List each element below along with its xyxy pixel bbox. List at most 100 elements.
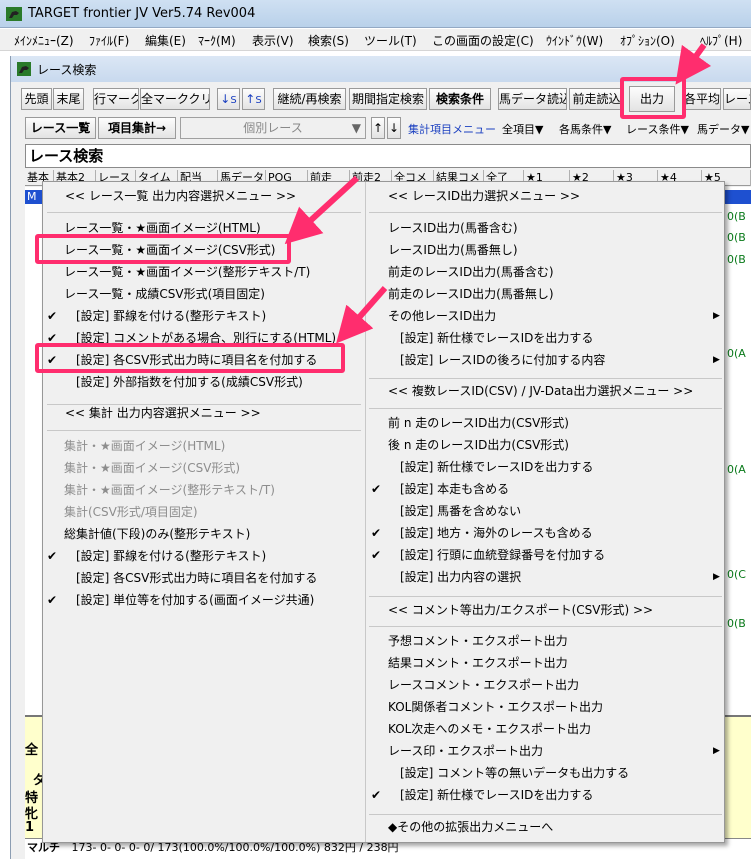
menu-tools[interactable]: ツール(T): [364, 32, 417, 49]
menu-window[interactable]: ｳｲﾝﾄﾞｳ(W): [546, 32, 603, 49]
menu-view[interactable]: 表示(V): [252, 32, 294, 49]
multi-race-id-output-item[interactable]: 後 n 走のレースID出力(CSV形式): [388, 434, 569, 456]
multi-race-id-output-item[interactable]: [設定] 出力内容の選択: [400, 566, 521, 588]
comment-export-item[interactable]: KOL次走へのメモ・エクスポート出力: [388, 718, 591, 740]
horse-conditions-menu[interactable]: 各馬条件▼: [559, 121, 611, 137]
multi-race-id-header: << 複数レースID(CSV) / JV-Data出力選択メニュー >>: [388, 384, 694, 398]
grid-value: 0(B: [727, 617, 746, 630]
multi-race-id-output-item[interactable]: [設定] 新仕様でレースIDを出力する: [400, 456, 593, 478]
comment-export-item[interactable]: 結果コメント・エクスポート出力: [388, 652, 568, 674]
menu-help[interactable]: ﾍﾙﾌﾟ(H): [700, 32, 742, 49]
arrow-up-icon: ↑: [372, 121, 384, 135]
sort-up-label: S: [255, 95, 262, 106]
continue-research-button[interactable]: 継続/再検索: [273, 88, 346, 110]
comment-export-item[interactable]: [設定] コメント等の無いデータも出力する: [400, 762, 629, 784]
search-conditions-button[interactable]: 検索条件: [429, 88, 491, 110]
grid-value: 0(B: [727, 231, 746, 244]
menu-mark[interactable]: ﾏｰｸ(M): [198, 32, 236, 49]
menu-screen-settings[interactable]: この画面の設定(C): [432, 32, 534, 49]
sort-up-button[interactable]: ↑S: [242, 88, 265, 110]
menu-separator: [369, 212, 722, 213]
checkmark-icon: ✔: [47, 309, 58, 323]
menu-options[interactable]: ｵﾌﾟｼｮﾝ(O): [620, 32, 675, 49]
grid-value: 0(A: [727, 347, 746, 360]
menu-separator: [369, 378, 722, 379]
individual-race-dropdown[interactable]: 個別レース ▼: [180, 117, 366, 139]
aggregate-output-item[interactable]: [設定] 単位等を付加する(画面イメージ共通): [76, 589, 314, 611]
race-list-output-item[interactable]: レース一覧・成績CSV形式(項目固定): [64, 283, 265, 305]
race-list-output-item[interactable]: [設定] 外部指数を付加する(成績CSV形式): [76, 371, 303, 393]
comment-export-item[interactable]: レースコメント・エクスポート出力: [388, 674, 579, 696]
menu-separator: [47, 212, 361, 213]
race-conditions-menu[interactable]: レース条件▼: [626, 121, 689, 137]
move-up-button[interactable]: ↑: [371, 117, 385, 139]
menu-separator: [47, 430, 361, 431]
checkmark-icon: ✔: [47, 549, 58, 563]
race-list-button[interactable]: レース一覧: [25, 117, 96, 139]
last-button[interactable]: 末尾: [53, 88, 84, 110]
comment-export-item[interactable]: レース印・エクスポート出力: [388, 740, 543, 762]
comment-export-item[interactable]: KOL関係者コメント・エクスポート出力: [388, 696, 603, 718]
grid-value: 0(A: [727, 463, 746, 476]
period-search-button[interactable]: 期間指定検索: [349, 88, 427, 110]
grid-value: 0(B: [727, 253, 746, 266]
move-down-button[interactable]: ↓: [387, 117, 401, 139]
arrow-down-icon: ↓: [220, 92, 231, 106]
output-popup-menu: << レース一覧 出力内容選択メニュー >> レース一覧・★画面イメージ(HTM…: [42, 181, 725, 843]
extended-output-menu-item[interactable]: ◆その他の拡張出力メニューへ: [388, 816, 553, 838]
all-mark-clear-button[interactable]: 全マーククリア: [140, 88, 210, 110]
prev-run-read-button[interactable]: 前走読込: [569, 88, 624, 110]
comment-export-item[interactable]: [設定] 新仕様でレースIDを出力する: [400, 784, 593, 806]
submenu-arrow-icon: ▶: [713, 746, 720, 756]
aggregate-output-item[interactable]: [設定] 各CSV形式出力時に項目名を付加する: [76, 567, 317, 589]
race-list-output-item[interactable]: レース一覧・★画面イメージ(整形テキスト/T): [64, 261, 310, 283]
race-list-output-header: << レース一覧 出力内容選択メニュー >>: [65, 189, 297, 203]
horse-data-read-button[interactable]: 馬データ読込: [498, 88, 567, 110]
grid-value: 0(C: [727, 568, 746, 581]
race-id-output-item[interactable]: その他レースID出力: [388, 305, 496, 327]
race-id-output-item[interactable]: レースID出力(馬番無し): [388, 239, 518, 261]
aggregate-items-menu[interactable]: 集計項目メニュー: [408, 121, 496, 137]
menu-search[interactable]: 検索(S): [308, 32, 349, 49]
all-items-menu[interactable]: 全項目▼: [502, 121, 543, 137]
race-button[interactable]: レース: [723, 88, 751, 110]
dropdown-arrow-icon: ▼: [351, 121, 361, 135]
average-button[interactable]: 各平均: [683, 88, 721, 110]
horse-data-menu[interactable]: 馬データ▼: [697, 121, 749, 137]
aggregate-output-header: << 集計 出力内容選択メニュー >>: [65, 406, 261, 420]
checkmark-icon: ✔: [371, 788, 382, 802]
aggregate-output-item: 集計・★画面イメージ(整形テキスト/T): [64, 483, 275, 497]
first-button[interactable]: 先頭: [21, 88, 52, 110]
item-total-button[interactable]: 項目集計→: [98, 117, 176, 139]
sort-down-label: S: [230, 95, 237, 106]
multi-race-id-output-item[interactable]: [設定] 馬番を含めない: [400, 500, 521, 522]
multi-race-id-output-item[interactable]: 前 n 走のレースID出力(CSV形式): [388, 412, 569, 434]
sort-down-button[interactable]: ↓S: [217, 88, 240, 110]
aggregate-output-item[interactable]: 総集計値(下段)のみ(整形テキスト): [64, 523, 250, 545]
submenu-arrow-icon: ▶: [713, 355, 720, 365]
menu-separator: [369, 814, 722, 815]
aggregate-output-item: 集計・★画面イメージ(HTML): [64, 439, 226, 453]
arrow-down-icon: ↓: [388, 121, 400, 135]
grid-right-column: 0(B 0(B 0(B 0(A 0(A 0(C 0(B: [726, 204, 751, 714]
menu-separator: [369, 596, 722, 597]
race-id-output-item[interactable]: [設定] 新仕様でレースIDを出力する: [400, 327, 593, 349]
comment-export-item[interactable]: 予想コメント・エクスポート出力: [388, 630, 568, 652]
checkmark-icon: ✔: [371, 526, 382, 540]
menu-separator: [369, 408, 722, 409]
race-id-output-item[interactable]: [設定] レースIDの後ろに付加する内容: [400, 349, 605, 371]
multi-race-id-output-item[interactable]: [設定] 地方・海外のレースも含める: [400, 522, 593, 544]
subwindow-title: レース検索: [37, 63, 97, 77]
race-id-output-item[interactable]: 前走のレースID出力(馬番無し): [388, 283, 554, 305]
race-id-output-item[interactable]: レースID出力(馬番含む): [388, 217, 518, 239]
multi-race-id-output-item[interactable]: [設定] 本走も含める: [400, 478, 509, 500]
race-id-output-item[interactable]: 前走のレースID出力(馬番含む): [388, 261, 554, 283]
menu-edit[interactable]: 編集(E): [145, 32, 186, 49]
highlight-csv-item: [35, 234, 291, 264]
multi-race-id-output-item[interactable]: [設定] 行頭に血統登録番号を付加する: [400, 544, 605, 566]
menu-file[interactable]: ﾌｧｲﾙ(F): [89, 32, 129, 49]
row-mark-button[interactable]: 行マーク: [93, 88, 139, 110]
aggregate-output-item[interactable]: [設定] 罫線を付ける(整形テキスト): [76, 545, 266, 567]
race-list-output-item[interactable]: [設定] 罫線を付ける(整形テキスト): [76, 305, 266, 327]
menu-main[interactable]: ﾒｲﾝﾒﾆｭｰ(Z): [14, 32, 74, 49]
